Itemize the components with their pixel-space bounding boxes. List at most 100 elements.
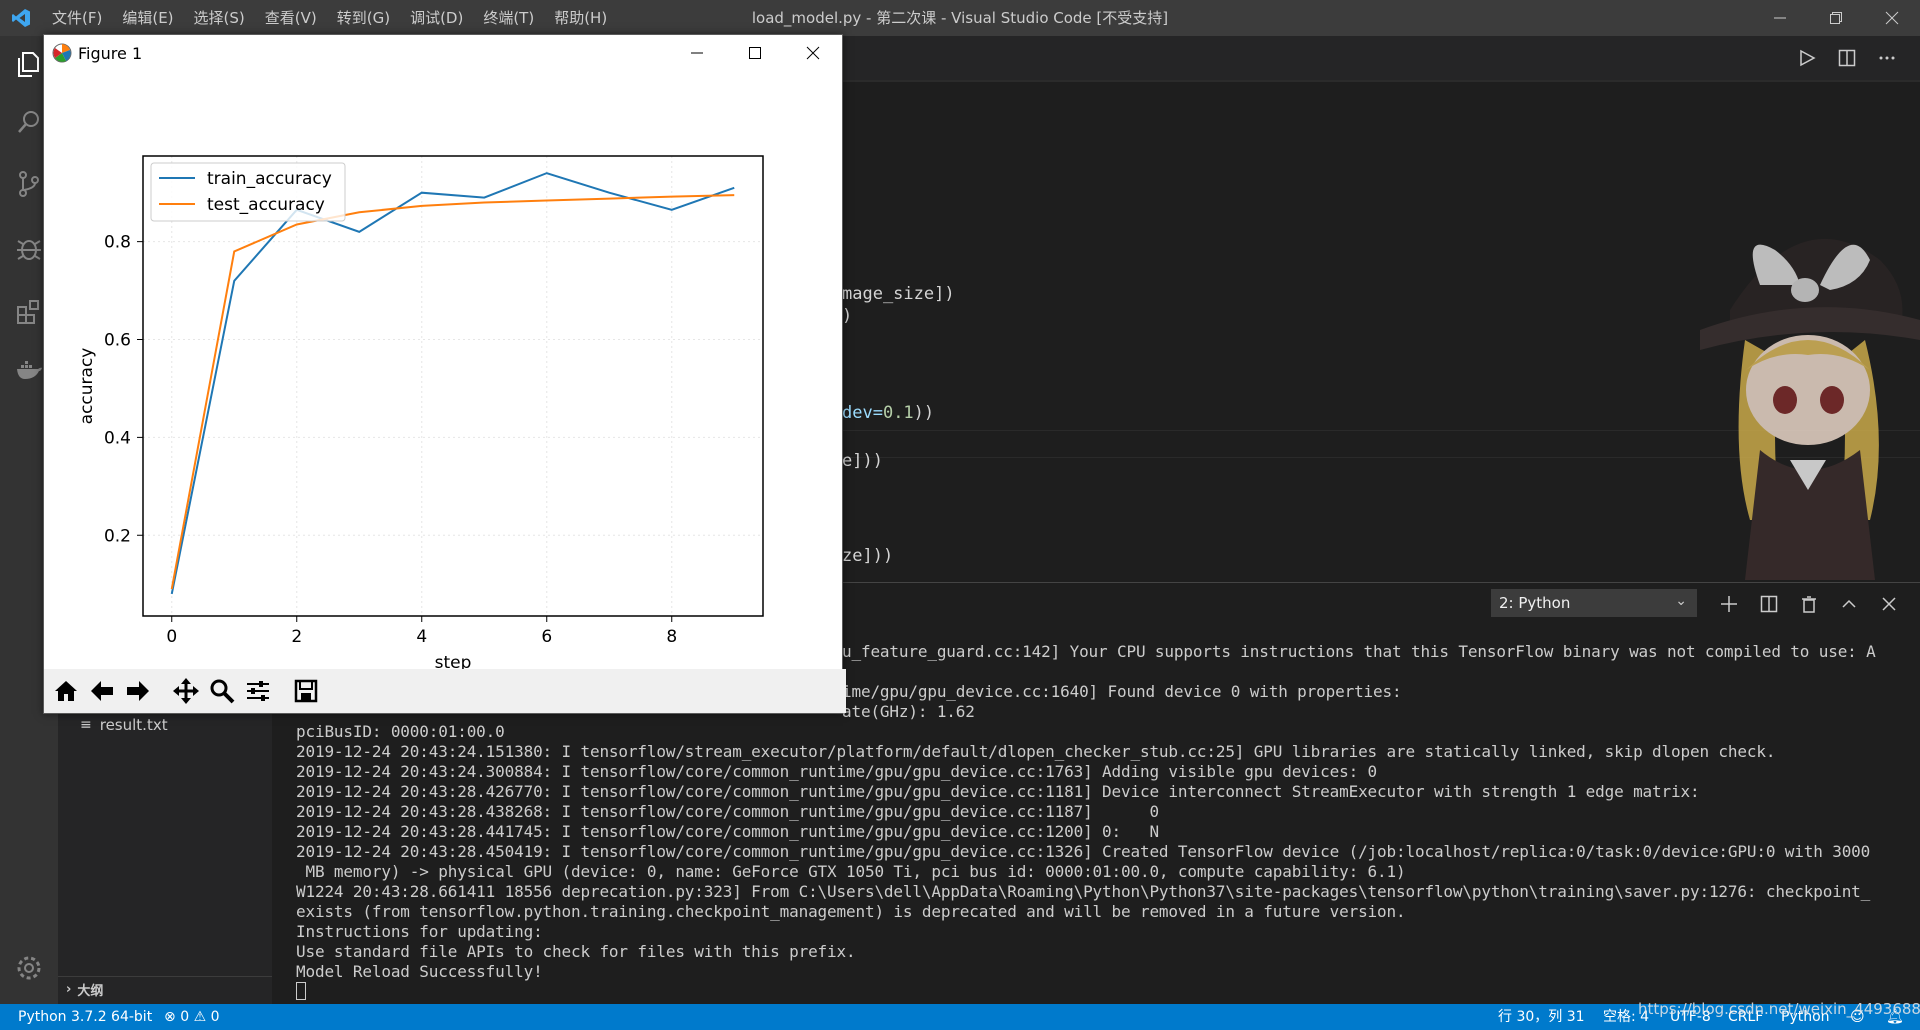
terminal-line: u_feature_guard.cc:142] Your CPU support… [842, 642, 1876, 661]
code-param: dev= [842, 403, 883, 423]
terminal-line: 2019-12-24 20:43:28.426770: I tensorflow… [296, 782, 1700, 801]
code-line[interactable]: dev=0.1)) [842, 403, 934, 423]
zoom-magnifier-icon[interactable] [204, 673, 240, 709]
axes-frame [142, 155, 764, 617]
file-name: result.txt [99, 716, 168, 734]
figure-title: Figure 1 [78, 43, 143, 63]
matplotlib-toolbar [44, 669, 846, 713]
menu-view[interactable]: 查看(V) [255, 0, 327, 36]
figure-minimize-icon[interactable] [668, 35, 726, 71]
cursor-position[interactable]: 行 30，列 31 [1498, 1004, 1585, 1030]
matplotlib-logo-icon [52, 43, 72, 63]
menu-bar: 文件(F) 编辑(E) 选择(S) 查看(V) 转到(G) 调试(D) 终端(T… [42, 0, 617, 36]
new-terminal-icon[interactable] [1714, 589, 1744, 619]
terminal-line: Use standard file APIs to check for file… [296, 942, 856, 961]
background-mascot-image [1700, 238, 1920, 580]
split-editor-icon[interactable] [1830, 41, 1864, 75]
menu-help[interactable]: 帮助(H) [544, 0, 617, 36]
outline-section-header[interactable]: › 大纲 [58, 976, 272, 1002]
code-line[interactable]: ) [842, 306, 852, 326]
minimize-icon[interactable] [1752, 0, 1808, 36]
series-line-train [170, 172, 735, 595]
terminal-line: 2019-12-24 20:43:28.438268: I tensorflow… [296, 802, 1159, 821]
run-icon[interactable] [1790, 41, 1824, 75]
file-item-result-txt[interactable]: ≡ result.txt [80, 716, 168, 734]
terminal-line: ime/gpu/gpu_device.cc:1640] Found device… [842, 682, 1402, 701]
terminal-line: MB memory) -> physical GPU (device: 0, n… [296, 862, 1406, 881]
x-axis-label: step [435, 653, 472, 669]
x-tick-label: 8 [666, 627, 677, 647]
x-tick-label: 4 [416, 627, 427, 647]
error-count: 0 [180, 1009, 190, 1025]
x-tick-label: 6 [541, 627, 552, 647]
menu-edit[interactable]: 编辑(E) [112, 0, 183, 36]
terminal-line: 2019-12-24 20:43:28.450419: I tensorflow… [296, 842, 1871, 861]
figure-maximize-icon[interactable] [726, 35, 784, 71]
status-bar: Python 3.7.2 64-bit ⊗ 0 ⚠ 0 行 30，列 31 空格… [0, 1004, 1920, 1030]
chevron-right-icon: › [66, 982, 72, 997]
code-number: 0.1 [882, 403, 914, 423]
x-tick-label: 2 [291, 627, 302, 647]
figure-title-bar: Figure 1 [44, 35, 842, 71]
menu-file[interactable]: 文件(F) [42, 0, 112, 36]
split-terminal-icon[interactable] [1754, 589, 1784, 619]
figure-window: Figure 1 0 2 4 6 8 0.2 0.4 0.6 0.8 step accuracy [43, 34, 846, 714]
file-lines-icon: ≡ [80, 717, 92, 733]
y-tick-label: 0.4 [104, 428, 131, 448]
y-tick-label: 0.2 [104, 526, 131, 546]
configure-subplots-icon[interactable] [240, 673, 276, 709]
terminal-line: Instructions for updating: [296, 922, 543, 941]
x-tick-label: 0 [166, 627, 177, 647]
terminal-line: W1224 20:43:28.661411 18556 deprecation.… [296, 882, 1871, 901]
close-panel-icon[interactable] [1874, 589, 1904, 619]
accuracy-line-chart: 0 2 4 6 8 0.2 0.4 0.6 0.8 step accuracy train_ac… [77, 155, 764, 673]
menu-go[interactable]: 转到(G) [327, 0, 400, 36]
settings-gear-icon[interactable] [0, 940, 58, 996]
code-line[interactable]: e])) [842, 451, 883, 471]
figure-canvas[interactable]: 0 2 4 6 8 0.2 0.4 0.6 0.8 step accuracy train_ac… [44, 71, 842, 673]
y-axis-label: accuracy [77, 348, 97, 425]
terminal-line: ate(GHz): 1.62 [842, 702, 975, 721]
terminal-line: pciBusID: 0000:01:00.0 [296, 722, 505, 741]
series-line-test [170, 194, 735, 590]
close-icon[interactable] [1864, 0, 1920, 36]
menu-debug[interactable]: 调试(D) [400, 0, 473, 36]
menu-selection[interactable]: 选择(S) [184, 0, 255, 36]
ticks: 0 2 4 6 8 0.2 0.4 0.6 0.8 [104, 233, 677, 647]
problems-indicator[interactable]: ⊗ 0 ⚠ 0 [164, 1004, 220, 1030]
series-lines [170, 172, 735, 595]
save-figure-icon[interactable] [288, 673, 324, 709]
terminal-line: 2019-12-24 20:43:24.300884: I tensorflow… [296, 762, 1378, 781]
code-punct: )) [913, 403, 935, 423]
y-tick-label: 0.8 [104, 233, 131, 253]
vscode-logo-icon [0, 0, 42, 36]
watermark: https://blog.csdn.net/weixin_44936889 [1638, 1000, 1920, 1018]
maximize-panel-icon[interactable] [1834, 589, 1864, 619]
terminal-selector-value: 2: Python [1499, 594, 1571, 612]
pan-move-icon[interactable] [168, 673, 204, 709]
menu-terminal[interactable]: 终端(T) [473, 0, 544, 36]
y-tick-label: 0.6 [104, 331, 131, 351]
terminal-line: 2019-12-24 20:43:28.441745: I tensorflow… [296, 822, 1159, 841]
outline-label: 大纲 [77, 984, 104, 999]
home-icon[interactable] [48, 673, 84, 709]
terminal-cursor[interactable] [296, 982, 306, 1000]
figure-window-controls [668, 35, 842, 71]
code-line[interactable]: ze])) [842, 546, 893, 566]
legend: train_accuracy test_accuracy [150, 162, 346, 222]
terminal-selector[interactable]: 2: Python ⌄ [1491, 589, 1697, 617]
legend-label-train: train_accuracy [207, 169, 332, 189]
grid [143, 156, 763, 616]
terminal-line: 2019-12-24 20:43:24.151380: I tensorflow… [296, 742, 1776, 761]
python-interpreter[interactable]: Python 3.7.2 64-bit [18, 1004, 152, 1030]
restore-icon[interactable] [1808, 0, 1864, 36]
trash-icon[interactable] [1794, 589, 1824, 619]
code-line[interactable]: mage_size]) [842, 284, 955, 304]
title-bar: 文件(F) 编辑(E) 选择(S) 查看(V) 转到(G) 调试(D) 终端(T… [0, 0, 1920, 36]
back-arrow-icon[interactable] [84, 673, 120, 709]
warning-count: 0 [210, 1009, 220, 1025]
figure-close-icon[interactable] [784, 35, 842, 71]
forward-arrow-icon[interactable] [120, 673, 156, 709]
error-icon: ⊗ [164, 1009, 176, 1025]
more-actions-icon[interactable] [1870, 41, 1904, 75]
